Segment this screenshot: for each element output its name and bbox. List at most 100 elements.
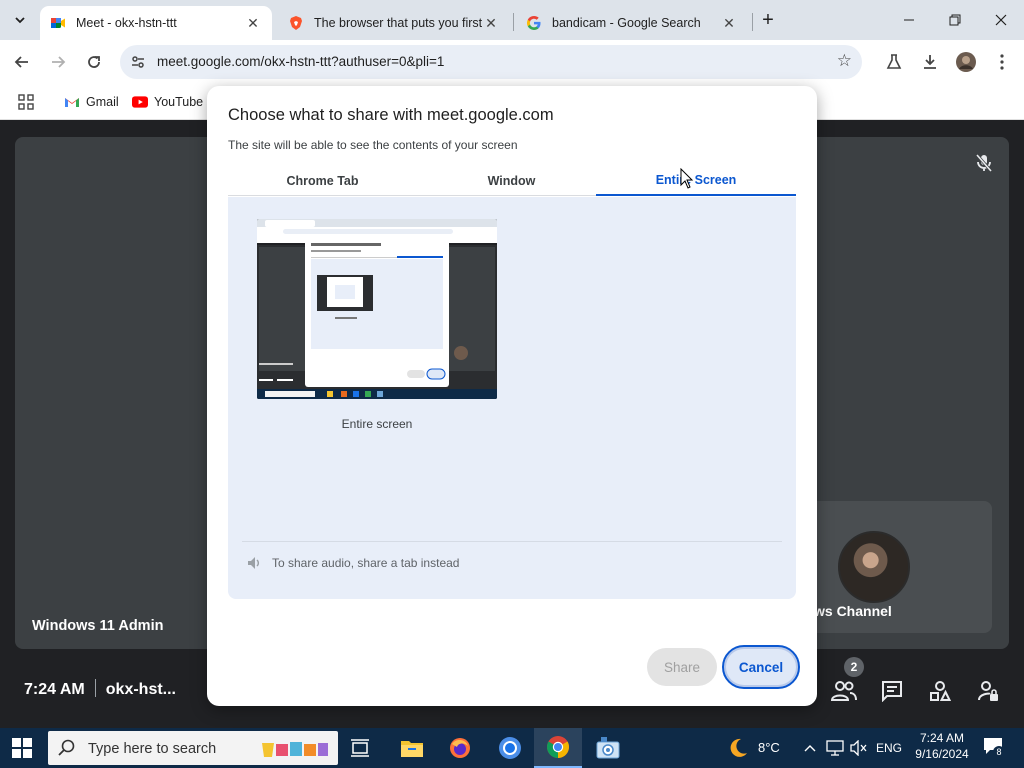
tab-search-button[interactable] [8,8,32,32]
taskbar-chrome[interactable] [534,728,582,768]
participant-avatar [838,531,910,603]
close-tab-icon[interactable]: ✕ [720,14,738,32]
bookmark-gmail[interactable]: Gmail [64,92,119,112]
chat-button[interactable] [878,677,906,705]
lock-person-icon [978,681,998,701]
taskbar-chromium[interactable] [486,728,534,768]
share-screen-dialog: Choose what to share with meet.google.co… [207,86,817,706]
entire-screen-thumbnail[interactable] [257,219,497,399]
close-tab-icon[interactable]: ✕ [482,14,500,32]
tab-separator [752,13,753,31]
tab-title: Meet - okx-hstn-ttt [76,16,177,30]
mic-off-icon [972,151,996,175]
arrow-right-icon [52,56,66,68]
dialog-subtitle: The site will be able to see the content… [228,138,518,152]
site-info-icon[interactable] [128,52,148,72]
people-icon [831,681,857,701]
chrome-icon [547,736,569,758]
tab-separator [513,13,514,31]
gmail-icon [64,94,80,110]
task-view-button[interactable] [336,728,384,768]
close-tab-icon[interactable]: ✕ [244,14,262,32]
chevron-up-icon[interactable] [804,743,816,753]
screen-preview-image [257,219,497,399]
taskbar-time: 7:24 AM [919,731,965,745]
labs-button[interactable] [882,50,906,74]
divider [242,541,782,542]
participant-name-main: Windows 11 Admin [32,618,164,634]
meeting-time: 7:24 AM [24,681,85,698]
entire-screen-label: Entire screen [341,417,413,431]
taskbar-bandicam[interactable] [584,728,632,768]
activities-button[interactable] [926,677,954,705]
browser-tab-strip: Meet - okx-hstn-ttt ✕ The browser that p… [0,0,1024,40]
brave-icon [288,15,304,31]
divider [94,679,96,697]
tab-title: The browser that puts you first [314,16,482,30]
chat-icon [882,681,902,702]
host-controls-button[interactable] [974,677,1002,705]
taskbar-file-explorer[interactable] [388,728,436,768]
weather-widget[interactable] [714,728,762,768]
tab-google-search[interactable]: bandicam - Google Search ✕ [516,6,748,40]
google-meet-icon [50,15,66,31]
taskbar-search-box[interactable]: Type here to search [48,731,338,765]
apps-button[interactable] [18,92,34,112]
people-button[interactable] [830,677,858,705]
volume-muted-icon[interactable] [850,740,868,756]
apps-grid-icon [18,94,34,110]
close-icon [995,14,1007,26]
start-button[interactable] [12,738,32,758]
bandicam-icon [596,737,620,759]
tab-meet[interactable]: Meet - okx-hstn-ttt ✕ [40,6,272,40]
restore-icon [949,14,961,26]
reload-icon [88,56,100,68]
people-count-badge: 2 [844,657,864,677]
download-icon [924,55,936,69]
taskbar-firefox[interactable] [436,728,484,768]
notifications-button[interactable]: 8 [982,736,1005,760]
language-indicator[interactable]: ENG [876,741,902,755]
network-icon[interactable] [826,740,844,756]
address-bar[interactable]: meet.google.com/okx-hstn-ttt?authuser=0&… [120,45,862,79]
browser-menu-button[interactable] [990,50,1014,74]
participant-name-secondary: ws Channel [814,603,892,619]
weather-temperature: 8°C [758,740,780,755]
taskbar-clock[interactable]: 7:24 AM 9/16/2024 [910,731,974,761]
new-tab-button[interactable]: + [756,8,780,32]
share-source-panel: Entire screen To share audio, share a ta… [228,197,796,599]
windows-taskbar: Type here to search 8°C ENG 7:24 AM 9/16… [0,728,1024,768]
tab-chrome-tab[interactable]: Chrome Tab [228,166,417,196]
restore-button[interactable] [932,0,978,40]
bookmark-label: Gmail [86,95,119,109]
back-button[interactable] [8,48,36,76]
participant-tile-secondary[interactable]: ws Channel [800,501,992,633]
downloads-button[interactable] [918,50,942,74]
profile-avatar[interactable] [954,50,978,74]
tab-title: bandicam - Google Search [552,16,701,30]
close-window-button[interactable] [978,0,1024,40]
reload-button[interactable] [80,48,108,76]
meeting-info: 7:24 AM okx-hst... [24,679,176,699]
forward-button[interactable] [44,48,72,76]
volume-icon [248,557,259,569]
arrow-left-icon [14,56,28,68]
tab-window[interactable]: Window [417,166,606,196]
bookmark-star-icon[interactable]: ☆ [837,51,852,71]
share-button[interactable]: Share [647,648,717,686]
url-text[interactable]: meet.google.com/okx-hstn-ttt?authuser=0&… [157,54,444,69]
cancel-button[interactable]: Cancel [722,645,800,689]
minimize-button[interactable] [886,0,932,40]
bookmark-youtube[interactable]: YouTube [132,92,203,112]
browser-toolbar: meet.google.com/okx-hstn-ttt?authuser=0&… [0,40,1024,84]
moon-icon [730,738,747,757]
meeting-code: okx-hst... [105,681,176,698]
plus-icon: + [762,8,774,31]
audio-hint-text: To share audio, share a tab instead [272,556,460,570]
flask-icon [886,54,902,69]
search-highlight-icon [262,742,328,757]
google-icon [526,15,542,31]
share-source-tabs: Chrome Tab Window Entire Screen [228,166,796,196]
tab-brave[interactable]: The browser that puts you first ✕ [278,6,510,40]
tab-entire-screen[interactable]: Entire Screen [596,166,796,196]
